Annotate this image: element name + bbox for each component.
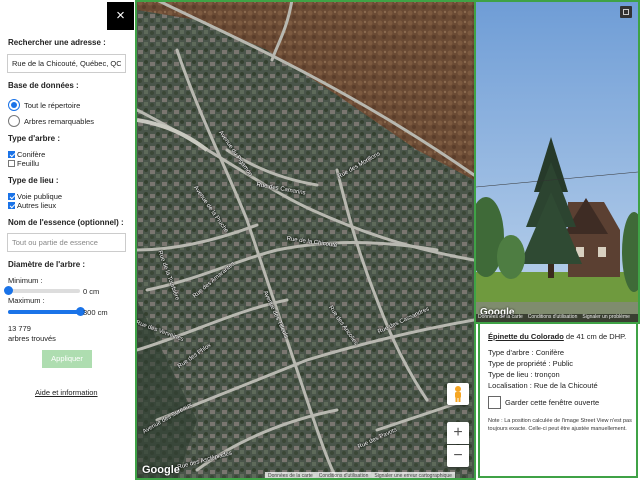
zoom-in-button[interactable]: + [447, 422, 469, 444]
radio-label: Tout le répertoire [24, 100, 81, 110]
diameter-title: Diamètre de l'arbre : [8, 260, 86, 269]
address-search-input[interactable] [7, 54, 126, 73]
search-title: Rechercher une adresse : [8, 38, 106, 47]
checkbox-deciduous[interactable]: Feuillu [8, 159, 39, 168]
street-view-footer: Données de la carte Conditions d'utilisa… [476, 314, 638, 322]
street-view-panorama[interactable]: Google Données de la carte Conditions d'… [476, 2, 638, 322]
tree-count-label: arbres trouvés [8, 334, 56, 343]
keep-open-toggle[interactable]: Garder cette fenêtre ouverte [488, 396, 599, 409]
checkbox[interactable] [8, 160, 15, 167]
ownership-row: Type de propriété : Public [488, 359, 574, 368]
radio-label: Arbres remarquables [24, 116, 95, 126]
checkbox[interactable] [8, 151, 15, 158]
radio-button[interactable] [8, 115, 20, 127]
minimum-slider[interactable] [4, 286, 80, 295]
satellite-map[interactable]: Rue des Camarins Rue de la Chicouté Aven… [137, 0, 474, 480]
map-footer: Données de la carte Conditions d'utilisa… [265, 472, 455, 480]
diameter-text: de 41 cm de DHP. [563, 332, 627, 341]
database-title: Base de données : [8, 81, 79, 90]
maximum-label: Maximum : [8, 296, 45, 305]
minimum-label: Minimum : [8, 276, 43, 285]
checkbox-other-places[interactable]: Autres lieux [8, 201, 56, 210]
checkbox-conifer[interactable]: Conifère [8, 150, 45, 159]
slider-handle[interactable] [4, 286, 13, 295]
fullscreen-icon[interactable] [620, 6, 632, 18]
position-note: Note : La position calculée de l'image S… [488, 418, 632, 432]
slider-fill [8, 310, 80, 314]
street-view-image [476, 2, 638, 322]
place-type-title: Type de lieu : [8, 176, 59, 185]
map-data-link[interactable]: Données de la carte [268, 473, 313, 479]
place-type-row: Type de lieu : tronçon [488, 370, 560, 379]
checkbox-label: Voie publique [17, 192, 63, 201]
report-problem-link[interactable]: Signaler un problème [582, 314, 630, 322]
checkbox[interactable] [8, 202, 15, 209]
essence-title: Nom de l'essence (optionnel) : [8, 218, 124, 227]
terms-link[interactable]: Conditions d'utilisation [319, 473, 369, 479]
map-data-link[interactable]: Données de la carte [478, 314, 523, 322]
keep-open-checkbox[interactable] [488, 396, 501, 409]
search-sidebar: × Rechercher une adresse : Base de donné… [0, 0, 135, 480]
checkbox-label: Autres lieux [17, 201, 57, 210]
radio-button[interactable] [8, 99, 20, 111]
tree-info-title: Épinette du Colorado de 41 cm de DHP. [488, 332, 626, 341]
radio-all-directory[interactable]: Tout le répertoire [8, 99, 80, 111]
close-sidebar-button[interactable]: × [107, 2, 134, 30]
radio-remarkable-trees[interactable]: Arbres remarquables [8, 115, 94, 127]
terms-link[interactable]: Conditions d'utilisation [528, 314, 578, 322]
tree-count: 13 779 [8, 324, 31, 333]
maximum-slider[interactable] [8, 307, 85, 316]
minimum-value: 0 cm [83, 287, 100, 296]
checkbox-public-road[interactable]: Voie publique [8, 192, 62, 201]
report-error-link[interactable]: Signaler une erreur cartographique [374, 473, 452, 479]
tree-type-title: Type d'arbre : [8, 134, 60, 143]
maximum-value: 300 cm [83, 308, 108, 317]
checkbox[interactable] [8, 193, 15, 200]
zoom-out-button[interactable]: − [447, 445, 469, 467]
checkbox-label: Feuillu [17, 159, 40, 168]
tree-info-panel: Épinette du Colorado de 41 cm de DHP. Ty… [478, 324, 638, 478]
street-view-pegman-icon[interactable] [447, 383, 469, 405]
checkbox-label: Conifère [17, 150, 46, 159]
essence-input[interactable] [7, 233, 126, 252]
help-link[interactable]: Aide et information [35, 388, 98, 397]
location-row: Localisation : Rue de la Chicouté [488, 381, 598, 390]
apply-button[interactable]: Appliquer [42, 350, 92, 368]
species-link[interactable]: Épinette du Colorado [488, 332, 564, 341]
tree-type-row: Type d'arbre : Conifère [488, 348, 565, 357]
google-logo: Google [142, 464, 180, 476]
keep-open-label: Garder cette fenêtre ouverte [505, 398, 600, 407]
